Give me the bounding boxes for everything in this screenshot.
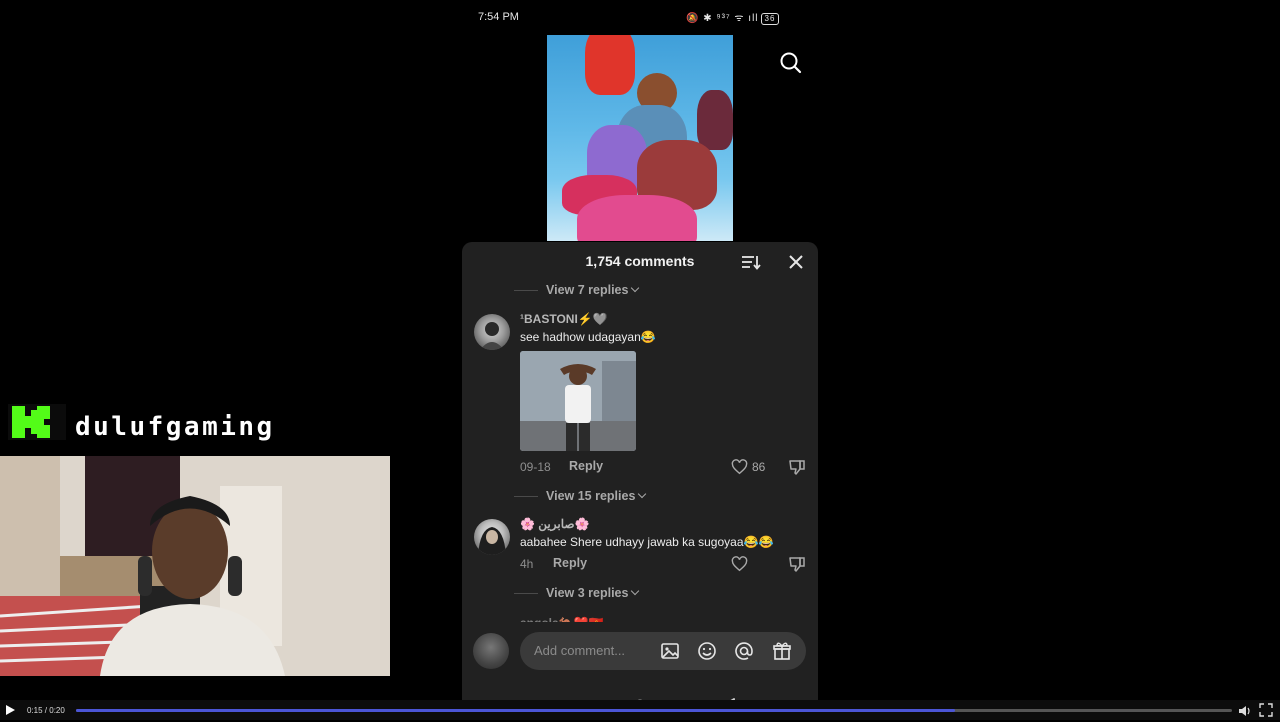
webcam-feed: [0, 456, 390, 676]
comment-username[interactable]: 🌸 صابرين🌸: [520, 517, 590, 531]
comment-text: aabahee Shere udhayy jawab ka sugoyaa😂😂: [520, 535, 774, 549]
gift-icon: [773, 642, 791, 660]
play-button[interactable]: [6, 705, 15, 715]
dislike-button[interactable]: [788, 458, 806, 476]
status-icons-text: 🔕 ✱ ⁹³⁷ ᯤ ıll: [686, 13, 759, 24]
comments-count-title: 1,754 comments: [585, 253, 695, 269]
comment-placeholder: Add comment...: [534, 643, 626, 658]
search-icon: [780, 52, 802, 74]
volume-icon: [1239, 706, 1250, 716]
heart-icon: [731, 459, 748, 475]
comment-date: 4h: [520, 557, 534, 571]
view-replies-button[interactable]: View 3 replies: [462, 584, 818, 602]
divider: [514, 290, 538, 291]
divider: [514, 593, 538, 594]
comment-username[interactable]: ¹BASTONI⚡🩶: [520, 312, 608, 326]
view-replies-label: View 15 replies: [546, 489, 636, 503]
at-icon: [735, 642, 753, 660]
chevron-down-icon: [631, 586, 640, 596]
chevron-down-icon: [638, 489, 647, 499]
my-avatar[interactable]: [473, 633, 509, 669]
reply-button[interactable]: Reply: [553, 556, 587, 570]
search-button[interactable]: [778, 50, 804, 76]
comment-date: 09-18: [520, 460, 551, 474]
playback-time: 0:15 / 0:20: [27, 706, 65, 715]
close-icon: [789, 255, 803, 269]
like-count: 86: [752, 460, 766, 474]
image-button[interactable]: [660, 641, 680, 661]
like-button[interactable]: [731, 555, 752, 573]
comments-panel: 1,754 comments View 7 replies ¹BASTONI⚡🩶…: [462, 242, 818, 720]
reply-button[interactable]: Reply: [569, 459, 603, 473]
video-thumbnail[interactable]: [547, 35, 733, 241]
fullscreen-button[interactable]: [1259, 703, 1273, 717]
like-button[interactable]: 86: [731, 458, 765, 476]
emoji-icon: [698, 642, 716, 660]
view-replies-label: View 7 replies: [546, 283, 629, 297]
view-replies-button[interactable]: View 15 replies: [462, 487, 818, 505]
view-replies-button[interactable]: View 7 replies: [462, 281, 818, 299]
battery-icon: 36: [760, 13, 780, 25]
dislike-icon: [789, 557, 805, 572]
volume-button[interactable]: [1238, 704, 1252, 716]
sort-button[interactable]: [740, 252, 762, 272]
heart-icon: [731, 556, 748, 572]
dislike-icon: [789, 460, 805, 475]
sort-icon: [742, 256, 761, 270]
emoji-button[interactable]: [697, 641, 717, 661]
avatar-image: [480, 322, 504, 350]
mention-button[interactable]: [734, 641, 754, 661]
kick-logo: [8, 404, 66, 440]
comment-gif-image[interactable]: [520, 351, 636, 451]
streamer-name: dulufgaming: [75, 412, 275, 442]
gif-thumbnail: [520, 351, 636, 451]
avatar[interactable]: [474, 519, 510, 555]
close-button[interactable]: [787, 253, 805, 271]
gift-button[interactable]: [772, 641, 792, 661]
image-icon: [661, 643, 679, 659]
comment-text: see hadhow udagayan😂: [520, 330, 656, 344]
fullscreen-icon: [1259, 703, 1273, 717]
seek-bar-progress: [76, 709, 955, 712]
view-replies-label: View 3 replies: [546, 586, 629, 600]
chevron-down-icon: [631, 283, 640, 293]
seek-bar[interactable]: [76, 709, 1232, 712]
status-time: 7:54 PM: [478, 11, 519, 23]
avatar-image: [478, 527, 506, 555]
divider: [514, 496, 538, 497]
dislike-button[interactable]: [788, 555, 806, 573]
status-icons: 🔕 ✱ ⁹³⁷ ᯤ ıll 36: [686, 10, 780, 25]
comment-input[interactable]: Add comment...: [520, 632, 806, 670]
video-player-controls: 0:15 / 0:20: [0, 700, 1280, 720]
avatar[interactable]: [474, 314, 510, 350]
